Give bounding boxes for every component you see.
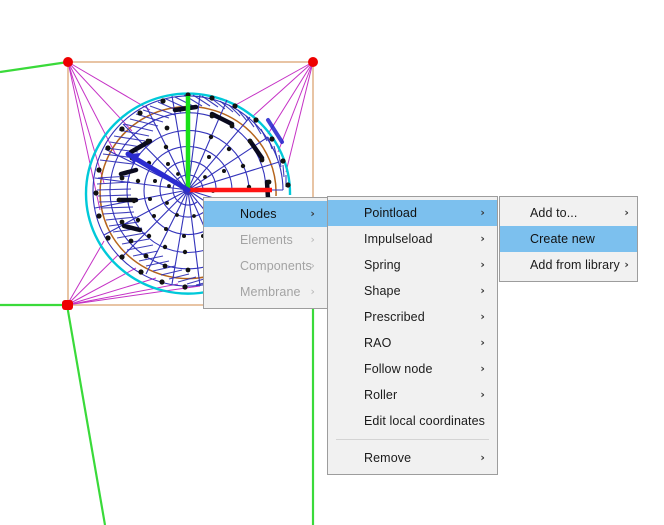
menu-item-components: Components › <box>204 253 327 279</box>
chevron-right-icon: › <box>310 259 315 272</box>
chevron-right-icon: › <box>624 258 629 271</box>
menu-item-label: Add from library <box>530 258 620 272</box>
context-menu-nodes[interactable]: Nodes › Elements › Components › Membrane › <box>203 197 328 309</box>
menu-item-label: Pointload <box>364 206 418 220</box>
menu-item-follow-node[interactable]: Follow node › <box>328 356 497 382</box>
menu-item-label: RAO <box>364 336 392 350</box>
menu-item-label: Edit local coordinates <box>364 414 486 428</box>
chevron-right-icon: › <box>480 362 485 375</box>
menu-item-elements: Elements › <box>204 227 327 253</box>
menu-item-label: Follow node <box>364 362 433 376</box>
chevron-right-icon: › <box>310 207 315 220</box>
chevron-right-icon: › <box>480 388 485 401</box>
menu-item-label: Prescribed <box>364 310 425 324</box>
chevron-right-icon: › <box>310 285 315 298</box>
chevron-right-icon: › <box>480 258 485 271</box>
menu-item-impulseload[interactable]: Impulseload › <box>328 226 497 252</box>
menu-item-roller[interactable]: Roller › <box>328 382 497 408</box>
menu-item-edit-local-coordinates[interactable]: Edit local coordinates <box>328 408 497 434</box>
chevron-right-icon: › <box>480 451 485 464</box>
menu-item-create-new[interactable]: Create new <box>500 226 637 252</box>
menu-item-pointload[interactable]: Pointload › <box>328 200 497 226</box>
menu-item-label: Nodes <box>240 207 277 221</box>
menu-separator <box>336 439 489 440</box>
chevron-right-icon: › <box>624 206 629 219</box>
menu-item-label: Membrane <box>240 285 301 299</box>
menu-item-remove[interactable]: Remove › <box>328 445 497 471</box>
menu-item-label: Roller <box>364 388 398 402</box>
chevron-right-icon: › <box>310 233 315 246</box>
menu-item-membrane: Membrane › <box>204 279 327 305</box>
chevron-right-icon: › <box>480 336 485 349</box>
menu-item-label: Elements <box>240 233 293 247</box>
context-menu-pointload[interactable]: Pointload › Impulseload › Spring › Shape › Presc… <box>327 196 498 475</box>
menu-item-rao[interactable]: RAO › <box>328 330 497 356</box>
chevron-right-icon: › <box>480 284 485 297</box>
chevron-right-icon: › <box>480 232 485 245</box>
menu-item-label: Remove <box>364 451 412 465</box>
menu-item-label: Impulseload <box>364 232 433 246</box>
menu-item-spring[interactable]: Spring › <box>328 252 497 278</box>
chevron-right-icon: › <box>480 310 485 323</box>
menu-item-label: Create new <box>530 232 595 246</box>
menu-item-label: Shape <box>364 284 401 298</box>
context-menu-createnew[interactable]: Add to... › Create new Add from library › <box>499 196 638 282</box>
menu-item-prescribed[interactable]: Prescribed › <box>328 304 497 330</box>
menu-item-label: Components <box>240 259 312 273</box>
menu-item-nodes[interactable]: Nodes › <box>204 201 327 227</box>
menu-item-shape[interactable]: Shape › <box>328 278 497 304</box>
menu-item-add-to[interactable]: Add to... › <box>500 200 637 226</box>
menu-item-add-from-library[interactable]: Add from library › <box>500 252 637 278</box>
chevron-right-icon: › <box>480 206 485 219</box>
menu-item-label: Spring <box>364 258 401 272</box>
menu-item-label: Add to... <box>530 206 578 220</box>
